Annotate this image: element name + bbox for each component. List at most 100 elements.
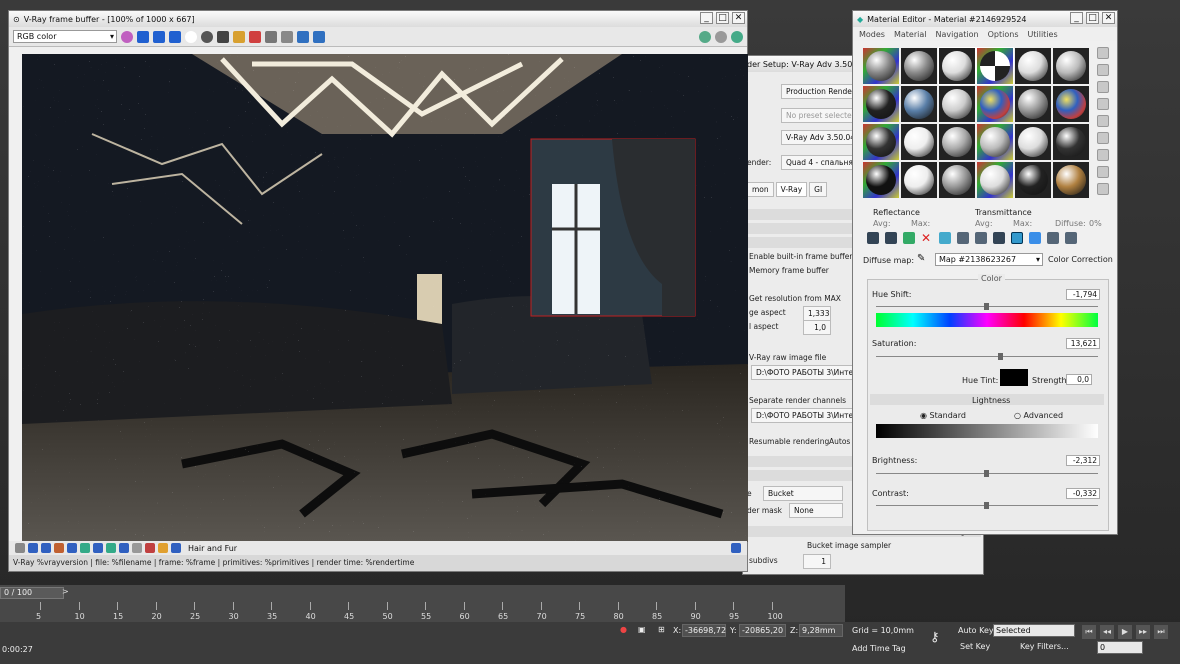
background-icon[interactable] xyxy=(1097,81,1109,93)
copy-material-icon[interactable] xyxy=(939,232,951,244)
material-slot[interactable] xyxy=(1015,124,1051,160)
hue-tint-swatch[interactable] xyxy=(1000,369,1028,386)
red-channel-icon[interactable] xyxy=(137,30,149,43)
material-slot[interactable] xyxy=(939,162,975,198)
lens-effects-icon[interactable] xyxy=(145,543,155,553)
get-material-icon[interactable] xyxy=(867,232,879,244)
close-icon[interactable]: ✕ xyxy=(732,12,745,24)
material-slot[interactable] xyxy=(863,162,899,198)
material-slot[interactable] xyxy=(901,48,937,84)
brightness-slider[interactable] xyxy=(984,470,989,477)
menu-navigation[interactable]: Navigation xyxy=(935,30,978,39)
go-to-parent-icon[interactable] xyxy=(1047,232,1059,244)
material-slot[interactable] xyxy=(1053,162,1089,198)
blue-channel-icon[interactable] xyxy=(169,30,181,43)
hue-shift-field[interactable]: -1,794 xyxy=(1066,289,1100,300)
video-check-icon[interactable] xyxy=(1097,115,1109,127)
render-last-icon[interactable] xyxy=(297,30,309,43)
show-map-icon[interactable] xyxy=(1011,232,1023,244)
make-preview-icon[interactable] xyxy=(1097,132,1109,144)
render-icon[interactable] xyxy=(313,30,325,43)
mono-icon[interactable] xyxy=(201,30,213,43)
material-slot[interactable] xyxy=(977,86,1013,122)
sampler-type-dropdown[interactable]: Bucket xyxy=(763,486,843,501)
menu-options[interactable]: Options xyxy=(988,30,1019,39)
lut-icon[interactable] xyxy=(41,543,51,553)
current-frame-field[interactable]: 0 xyxy=(1097,641,1143,654)
options-icon[interactable] xyxy=(1097,149,1109,161)
contrast-field[interactable]: -0,332 xyxy=(1066,488,1100,499)
x-coordinate-field[interactable]: -36698,72 xyxy=(682,624,726,637)
next-frame-icon[interactable]: ▸▸ xyxy=(1136,625,1150,639)
go-to-start-icon[interactable]: ⏮ xyxy=(1082,625,1096,639)
srgb-icon[interactable] xyxy=(93,543,103,553)
raw-path-field[interactable]: D:\ФОТО РАБОТЫ 3\Интер xyxy=(751,365,855,380)
material-slot[interactable] xyxy=(1015,86,1051,122)
material-slot[interactable] xyxy=(976,47,1014,85)
track-mouse-icon[interactable] xyxy=(265,30,277,43)
hue-shift-slider[interactable] xyxy=(984,303,989,310)
save-icon[interactable] xyxy=(217,30,229,43)
tab-vray[interactable]: V-Ray xyxy=(775,182,808,197)
material-navigator-icon[interactable] xyxy=(1097,183,1109,195)
key-filters-button[interactable]: Key Filters... xyxy=(1020,642,1069,651)
material-slot[interactable] xyxy=(863,48,899,84)
raw-image-checkbox[interactable]: V-Ray raw image file xyxy=(749,353,826,362)
add-time-tag[interactable]: Add Time Tag xyxy=(852,644,906,653)
auto-key-button[interactable]: Auto Key xyxy=(958,626,994,635)
menu-utilities[interactable]: Utilities xyxy=(1028,30,1058,39)
get-resolution[interactable]: Get resolution from MAX xyxy=(749,294,841,303)
material-slot[interactable] xyxy=(977,162,1013,198)
green-channel-icon[interactable] xyxy=(153,30,165,43)
selection-set-dropdown[interactable]: Selected xyxy=(993,624,1075,637)
lock-icon[interactable]: ▣ xyxy=(638,625,646,634)
clear-icon[interactable] xyxy=(249,30,261,43)
stop-icon[interactable] xyxy=(715,30,727,43)
color-picker-icon[interactable] xyxy=(121,30,133,43)
pin-icon[interactable]: ● xyxy=(620,625,627,634)
tab-common[interactable]: mon xyxy=(747,182,774,197)
maximize-icon[interactable]: □ xyxy=(716,12,729,24)
material-slot[interactable] xyxy=(901,86,937,122)
expand-icon[interactable] xyxy=(731,543,741,553)
material-slot[interactable] xyxy=(1053,86,1089,122)
key-icon[interactable]: ⚷ xyxy=(930,630,940,645)
play-icon[interactable]: ▶ xyxy=(1118,625,1132,639)
go-to-end-icon[interactable]: ⏭ xyxy=(1154,625,1168,639)
separate-path-field[interactable]: D:\ФОТО РАБОТЫ 3\Интер xyxy=(751,408,855,423)
material-slot[interactable] xyxy=(1053,124,1089,160)
minimize-icon[interactable]: _ xyxy=(700,12,713,24)
put-to-scene-icon[interactable] xyxy=(885,232,897,244)
saturation-field[interactable]: 13,621 xyxy=(1066,338,1100,349)
renderer-dropdown[interactable]: V-Ray Adv 3.50.04 xyxy=(781,130,861,145)
vfb-status-line[interactable]: V-Ray %vrayversion | file: %filename | f… xyxy=(9,555,747,571)
corrections-icon[interactable] xyxy=(28,543,38,553)
material-editor-titlebar[interactable]: ◆ Material Editor - Material #2146929524… xyxy=(853,11,1117,27)
rendered-image[interactable] xyxy=(22,54,748,542)
absolute-mode-icon[interactable]: ⊞ xyxy=(658,625,665,634)
material-slot[interactable] xyxy=(1053,48,1089,84)
history-icon[interactable] xyxy=(15,543,25,553)
sample-type-icon[interactable] xyxy=(1097,47,1109,59)
y-coordinate-field[interactable]: -20865,20 xyxy=(739,624,786,637)
close-icon[interactable]: ✕ xyxy=(1102,12,1115,24)
strength-field[interactable]: 0,0 xyxy=(1066,374,1092,385)
menu-modes[interactable]: Modes xyxy=(859,30,885,39)
pick-material-icon[interactable]: ✎ xyxy=(917,253,925,264)
enable-builtin-fb[interactable]: Enable built-in frame buffer xyxy=(749,252,852,261)
put-to-library-icon[interactable] xyxy=(975,232,987,244)
resumable-checkbox[interactable]: Resumable rendering xyxy=(749,437,829,446)
advanced-radio[interactable]: ○ Advanced xyxy=(1014,411,1063,420)
image-aspect-field[interactable]: 1,333 xyxy=(803,306,831,321)
maximize-icon[interactable]: □ xyxy=(1086,12,1099,24)
icc-icon[interactable] xyxy=(119,543,129,553)
backlight-icon[interactable] xyxy=(1097,64,1109,76)
ocio-icon[interactable] xyxy=(106,543,116,553)
curve-icon[interactable] xyxy=(54,543,64,553)
reset-map-icon[interactable]: ✕ xyxy=(921,232,933,244)
tab-gi[interactable]: GI xyxy=(809,182,828,197)
material-slot[interactable] xyxy=(901,124,937,160)
standard-radio[interactable]: ◉ Standard xyxy=(920,411,966,420)
compare-icon[interactable] xyxy=(171,543,181,553)
next-frame-icon[interactable]: > xyxy=(62,587,69,596)
